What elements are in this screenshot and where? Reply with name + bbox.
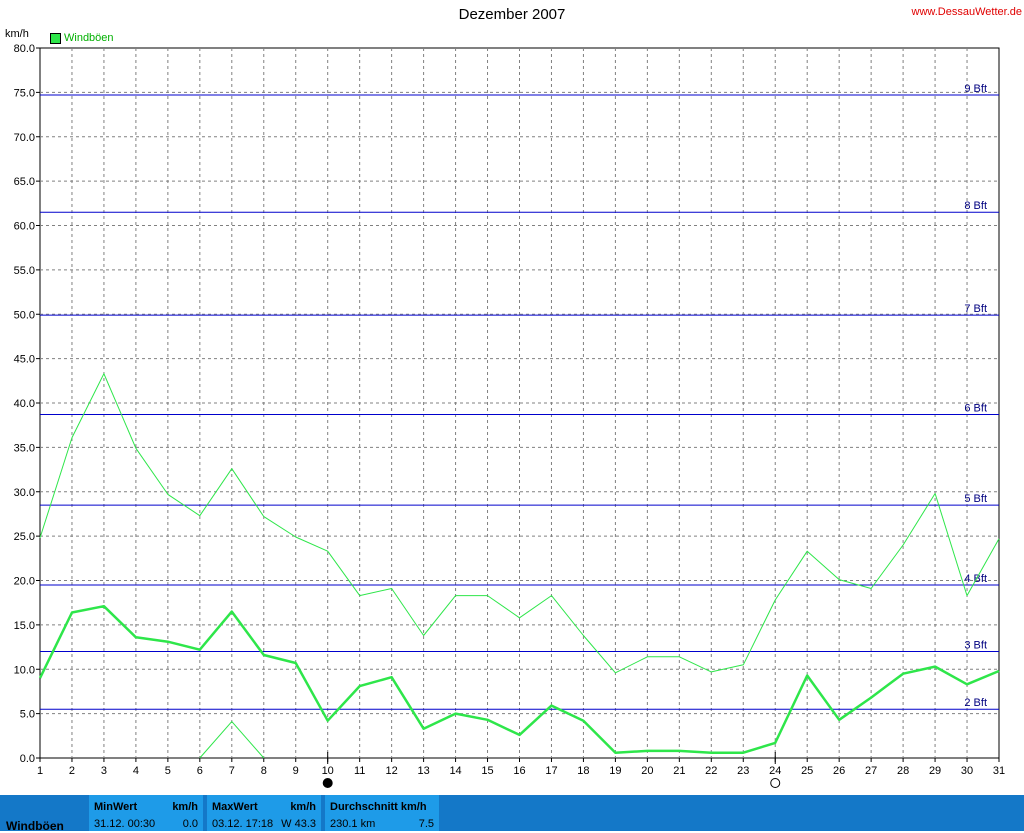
avg-header: Durchschnitt km/h (330, 801, 427, 813)
y-tick-label: 75.0 (14, 87, 35, 99)
min-header: MinWert (94, 801, 138, 813)
y-tick-label: 10.0 (14, 664, 35, 676)
y-tick-label: 65.0 (14, 176, 35, 188)
x-tick-label: 27 (865, 765, 877, 777)
beaufort-label: 8 Bft (964, 200, 987, 212)
y-tick-label: 25.0 (14, 531, 35, 543)
full-moon-icon (770, 778, 781, 788)
y-tick-label: 50.0 (14, 309, 35, 321)
x-tick-label: 25 (801, 765, 813, 777)
avg-distance: 230.1 km (330, 818, 376, 830)
avg-value-box: Durchschnitt km/h 230.1 km 7.5 (325, 795, 439, 831)
x-tick-label: 8 (261, 765, 267, 777)
max-header: MaxWert (212, 801, 258, 813)
min-time: 31.12. 00:30 (94, 818, 156, 830)
x-tick-label: 9 (293, 765, 299, 777)
min-unit: km/h (172, 801, 198, 813)
x-tick-label: 1 (37, 765, 43, 777)
y-tick-label: 70.0 (14, 132, 35, 144)
x-tick-label: 12 (386, 765, 398, 777)
x-tick-label: 21 (673, 765, 685, 777)
x-tick-label: 3 (101, 765, 107, 777)
x-tick-label: 31 (993, 765, 1005, 777)
x-tick-label: 17 (545, 765, 557, 777)
x-tick-label: 13 (417, 765, 429, 777)
beaufort-label: 4 Bft (964, 573, 987, 585)
x-tick-label: 10 (322, 765, 334, 777)
y-tick-label: 20.0 (14, 576, 35, 588)
max-unit: km/h (290, 801, 316, 813)
x-tick-label: 29 (929, 765, 941, 777)
y-tick-label: 80.0 (14, 43, 35, 55)
x-tick-label: 18 (577, 765, 589, 777)
beaufort-label: 5 Bft (964, 493, 987, 505)
y-tick-label: 45.0 (14, 354, 35, 366)
chart-area: 0.0 5.0 10.0 15.0 20.0 25.0 30.0 35.0 40.0 45.0 50… (14, 43, 1005, 788)
x-tick-label: 2 (69, 765, 75, 777)
x-tick-label: 22 (705, 765, 717, 777)
x-tick-label: 15 (481, 765, 493, 777)
x-tick-label: 26 (833, 765, 845, 777)
avg-value: 7.5 (418, 818, 434, 830)
max-value-box: MaxWert km/h 03.12. 17:18 W 43.3 (207, 795, 321, 831)
beaufort-label: 3 Bft (964, 640, 987, 652)
beaufort-label: 9 Bft (964, 83, 987, 95)
x-tick-label: 19 (609, 765, 621, 777)
x-tick-label: 24 (769, 765, 781, 777)
x-tick-label: 14 (449, 765, 461, 777)
x-tick-label: 16 (513, 765, 525, 777)
y-tick-label: 30.0 (14, 487, 35, 499)
new-moon-icon (322, 778, 333, 788)
x-tick-label: 23 (737, 765, 749, 777)
y-tick-label: 40.0 (14, 398, 35, 410)
y-tick-label: 0.0 (20, 753, 35, 765)
x-tick-label: 5 (165, 765, 171, 777)
x-tick-label: 11 (354, 765, 365, 777)
x-tick-label: 6 (197, 765, 203, 777)
y-tick-label: 60.0 (14, 221, 35, 233)
min-value: 0.0 (182, 818, 198, 830)
beaufort-label: 6 Bft (964, 403, 987, 415)
x-tick-label: 20 (641, 765, 653, 777)
beaufort-label: 2 Bft (964, 697, 987, 709)
max-time: 03.12. 17:18 (212, 818, 274, 830)
x-tick-label: 28 (897, 765, 909, 777)
y-tick-label: 5.0 (20, 709, 35, 721)
y-tick-label: 15.0 (14, 620, 35, 632)
x-tick-label: 4 (133, 765, 139, 777)
y-tick-label: 55.0 (14, 265, 35, 277)
max-value: W 43.3 (281, 818, 316, 830)
y-tick-label: 35.0 (14, 442, 35, 454)
x-tick-label: 30 (961, 765, 973, 777)
beaufort-label: 7 Bft (964, 303, 987, 315)
min-value-box: MinWert km/h 31.12. 00:30 0.0 (89, 795, 203, 831)
x-tick-label: 7 (229, 765, 235, 777)
